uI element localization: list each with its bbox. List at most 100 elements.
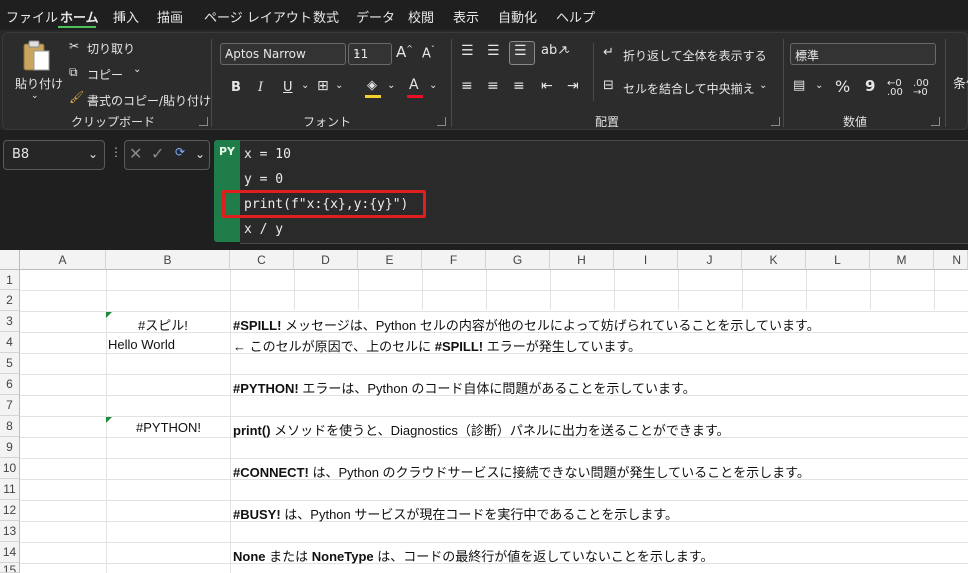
row-header-6[interactable]: 6 <box>0 374 20 395</box>
name-box[interactable]: B8 ⌄ <box>3 140 105 170</box>
column-header-i[interactable]: I <box>614 250 678 270</box>
select-all-corner[interactable] <box>0 250 20 270</box>
chevron-down-icon[interactable]: ⌄ <box>563 45 571 56</box>
font-launcher-icon[interactable] <box>437 117 446 126</box>
column-header-a[interactable]: A <box>20 250 106 270</box>
menu-review[interactable]: 校閲 <box>408 7 434 26</box>
row-header-15[interactable]: 15 <box>0 563 20 573</box>
column-header-c[interactable]: C <box>230 250 294 270</box>
align-bottom-button[interactable]: ☰ <box>509 41 535 65</box>
column-header-f[interactable]: F <box>422 250 486 270</box>
row-header-10[interactable]: 10 <box>0 458 20 479</box>
conditional-format-button[interactable]: 条件 <box>953 73 968 92</box>
column-header-b[interactable]: B <box>106 250 230 270</box>
column-header-k[interactable]: K <box>742 250 806 270</box>
cell-c10[interactable]: #CONNECT! は、Python のクラウドサービスに接続できない問題が発生… <box>233 462 810 481</box>
menu-page-layout[interactable]: ページ レイアウト <box>204 7 312 26</box>
copy-dropdown-icon[interactable]: ⌄ <box>133 64 141 75</box>
align-right-icon[interactable]: ≡ <box>513 78 525 94</box>
currency-icon[interactable]: ▤ <box>793 78 805 93</box>
font-color-icon[interactable]: A <box>409 77 419 93</box>
cut-button[interactable]: 切り取り <box>87 40 135 57</box>
column-header-e[interactable]: E <box>358 250 422 270</box>
cell-c4[interactable]: ← このセルが原因で、上のセルに #SPILL! エラーが発生しています。 <box>233 336 641 355</box>
font-size-dropdown[interactable]: 11 ⌄ <box>348 43 392 65</box>
align-center-icon[interactable]: ≡ <box>487 78 499 94</box>
grow-font-icon[interactable]: A^ <box>396 43 413 61</box>
column-header-m[interactable]: M <box>870 250 934 270</box>
menu-automate[interactable]: 自動化 <box>498 7 537 26</box>
percent-button[interactable]: % <box>835 77 850 96</box>
chevron-down-icon[interactable]: ⌄ <box>759 80 767 91</box>
underline-button[interactable]: U <box>283 80 293 95</box>
row-header-13[interactable]: 13 <box>0 521 20 542</box>
wrap-text-button[interactable]: 折り返して全体を表示する <box>623 47 767 64</box>
shrink-font-icon[interactable]: Aˇ <box>422 45 435 61</box>
python-insert-icon[interactable]: ⟳ <box>175 145 185 159</box>
menu-draw[interactable]: 描画 <box>157 7 183 26</box>
cell-c6[interactable]: #PYTHON! エラーは、Python のコード自体に問題があることを示してい… <box>233 378 696 397</box>
borders-icon[interactable]: ⊞ <box>317 78 329 94</box>
cell-c3[interactable]: #SPILL! メッセージは、Python セルの内容が他のセルによって妨げられ… <box>233 315 820 334</box>
row-header-2[interactable]: 2 <box>0 290 20 311</box>
chevron-down-icon[interactable]: ⌄ <box>387 80 395 91</box>
row-header-11[interactable]: 11 <box>0 479 20 500</box>
column-header-h[interactable]: H <box>550 250 614 270</box>
font-name-dropdown[interactable]: Aptos Narrow ⌄ <box>220 43 346 65</box>
cell-c12[interactable]: #BUSY! は、Python サービスが現在コードを実行中であることを示します… <box>233 504 678 523</box>
align-top-icon[interactable]: ☰ <box>461 43 474 59</box>
fill-color-icon[interactable]: ◈ <box>367 78 377 93</box>
decrease-indent-icon[interactable]: ⇤ <box>541 78 553 94</box>
spreadsheet-grid[interactable]: A B C D E F G H I J K L M N 1 2 3 4 5 6 … <box>0 250 968 573</box>
copy-button[interactable]: コピー <box>87 66 123 83</box>
menu-formulas[interactable]: 数式 <box>313 7 339 26</box>
row-header-5[interactable]: 5 <box>0 353 20 374</box>
cancel-icon[interactable]: ✕ <box>129 144 142 163</box>
alignment-launcher-icon[interactable] <box>771 117 780 126</box>
column-header-n[interactable]: N <box>934 250 968 270</box>
enter-icon[interactable]: ✓ <box>151 144 164 163</box>
column-header-l[interactable]: L <box>806 250 870 270</box>
menu-home[interactable]: ホーム <box>60 7 99 26</box>
row-header-8[interactable]: 8 <box>0 416 20 437</box>
row-header-4[interactable]: 4 <box>0 332 20 353</box>
cell-b8[interactable]: #PYTHON! <box>136 420 201 435</box>
format-painter-button[interactable]: 書式のコピー/貼り付け <box>87 92 211 109</box>
align-left-icon[interactable]: ≡ <box>461 78 473 94</box>
clipboard-launcher-icon[interactable] <box>199 117 208 126</box>
chevron-down-icon[interactable]: ⌄ <box>335 80 343 91</box>
menu-data[interactable]: データ <box>356 7 395 26</box>
row-header-12[interactable]: 12 <box>0 500 20 521</box>
menu-help[interactable]: ヘルプ <box>556 7 595 26</box>
cell-c14[interactable]: None または NoneType は、コードの最終行が値を返していないことを示… <box>233 546 714 565</box>
menu-file[interactable]: ファイル <box>6 7 58 26</box>
increase-indent-icon[interactable]: ⇥ <box>567 78 579 94</box>
bold-button[interactable]: B <box>231 80 241 95</box>
column-header-g[interactable]: G <box>486 250 550 270</box>
column-header-d[interactable]: D <box>294 250 358 270</box>
chevron-down-icon[interactable]: ⌄ <box>815 80 823 91</box>
more-options-icon[interactable]: ⋮ <box>110 145 122 159</box>
chevron-down-icon[interactable]: ⌄ <box>195 147 205 161</box>
row-header-14[interactable]: 14 <box>0 542 20 563</box>
cell-b3[interactable]: #スピル! <box>138 315 188 334</box>
chevron-down-icon[interactable]: ⌄ <box>301 80 309 91</box>
column-header-j[interactable]: J <box>678 250 742 270</box>
increase-decimal-icon[interactable]: ←0.00 <box>887 79 903 98</box>
row-header-3[interactable]: 3 <box>0 311 20 332</box>
comma-style-button[interactable]: 9 <box>865 77 875 95</box>
cell-b4[interactable]: Hello World <box>108 337 175 352</box>
chevron-down-icon[interactable]: ⌄ <box>429 80 437 91</box>
menu-insert[interactable]: 挿入 <box>113 7 139 26</box>
paste-button[interactable]: 貼り付け ⌄ <box>11 37 63 107</box>
row-header-7[interactable]: 7 <box>0 395 20 416</box>
row-header-9[interactable]: 9 <box>0 437 20 458</box>
number-format-dropdown[interactable]: 標準 ⌄ <box>790 43 936 65</box>
menu-view[interactable]: 表示 <box>453 7 479 26</box>
number-launcher-icon[interactable] <box>931 117 940 126</box>
merge-center-button[interactable]: セルを結合して中央揃え <box>623 80 755 97</box>
decrease-decimal-icon[interactable]: .00 →0 <box>913 79 929 98</box>
italic-button[interactable]: I <box>258 80 263 95</box>
cell-c8[interactable]: print() メソッドを使うと、Diagnostics（診断）パネルに出力を送… <box>233 420 730 439</box>
row-header-1[interactable]: 1 <box>0 270 20 290</box>
